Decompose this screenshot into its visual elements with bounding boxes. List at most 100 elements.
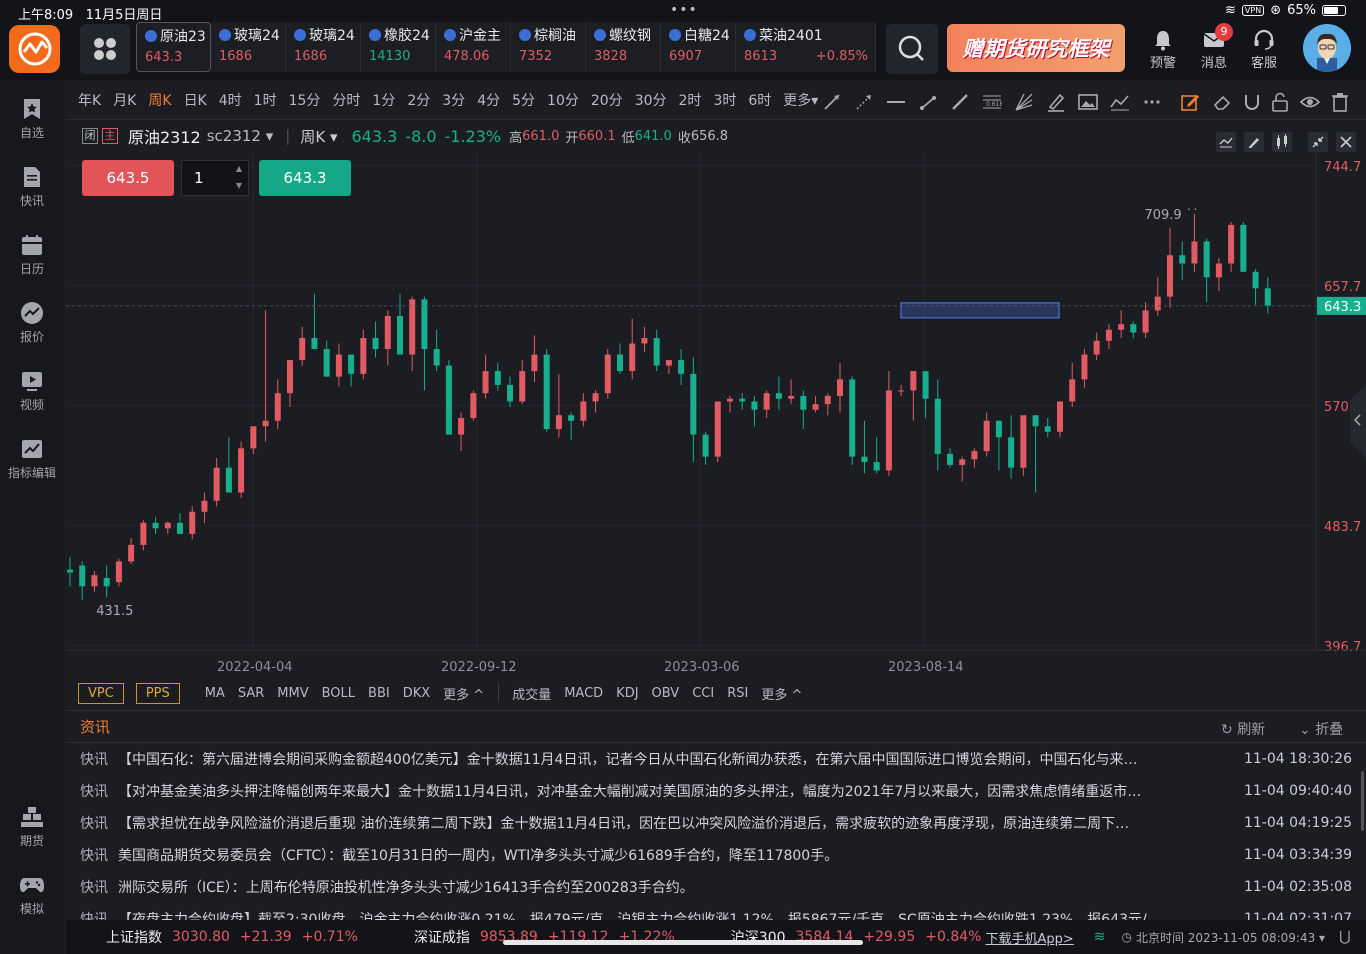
period-tab[interactable]: 分时 bbox=[332, 90, 360, 110]
period-tab[interactable]: 月K bbox=[113, 90, 136, 110]
main-indicator[interactable]: BOLL bbox=[322, 686, 355, 701]
segment-tool-icon[interactable] bbox=[918, 92, 938, 112]
search-button[interactable] bbox=[886, 24, 938, 74]
fibonacci-icon[interactable]: 0.618 bbox=[982, 92, 1002, 112]
ticker-item[interactable]: 玻璃24 1686 bbox=[286, 22, 361, 72]
main-indicator[interactable]: 更多 ^ bbox=[443, 684, 484, 703]
period-tab[interactable]: 年K bbox=[78, 90, 101, 110]
ray-tool-icon[interactable] bbox=[822, 92, 842, 112]
period-tab[interactable]: 6时 bbox=[748, 90, 771, 110]
period-tab[interactable]: 3时 bbox=[713, 90, 736, 110]
refresh-button[interactable]: ↻ 刷新 bbox=[1221, 719, 1265, 739]
sh-index-name[interactable]: 上证指数 bbox=[106, 927, 162, 947]
period-tab[interactable]: 1分 bbox=[372, 90, 395, 110]
news-item[interactable]: 快讯 【中国石化：第六届进博会期间采购金额超400亿美元】金十数据11月4日讯，记… bbox=[66, 743, 1366, 775]
contract-name[interactable]: 原油2312 bbox=[128, 124, 201, 148]
sub-indicator[interactable]: OBV bbox=[652, 686, 680, 701]
main-indicator[interactable]: DKX bbox=[403, 686, 430, 701]
ticker-item[interactable]: 棕榈油 7352 bbox=[511, 22, 586, 72]
magnet-icon[interactable]: ⋃ bbox=[1339, 929, 1350, 945]
home-indicator[interactable] bbox=[503, 940, 863, 945]
period-tab[interactable]: 10分 bbox=[547, 90, 579, 110]
trash-icon[interactable] bbox=[1330, 92, 1350, 112]
news-item[interactable]: 快讯 美国商品期货交易委员会（CFTC）：截至10月31日的一周内，WTI净多头头… bbox=[66, 839, 1366, 871]
more-tools-icon[interactable] bbox=[1142, 92, 1162, 112]
stepper-up-icon[interactable]: ▲ bbox=[236, 164, 242, 173]
pen-line-icon[interactable] bbox=[950, 92, 970, 112]
indicator-toggle[interactable]: VPC bbox=[78, 682, 124, 704]
period-tab[interactable]: 周K bbox=[148, 90, 171, 110]
ticker-item[interactable]: 橡胶24 14130 bbox=[361, 22, 436, 72]
indicator-toggle[interactable]: PPS bbox=[135, 682, 180, 704]
contract-code-select[interactable]: sc2312 ▾ bbox=[207, 127, 274, 145]
main-indicator[interactable]: SAR bbox=[238, 686, 264, 701]
main-indicator[interactable]: MA bbox=[205, 686, 225, 701]
sz-index-name[interactable]: 深证成指 bbox=[414, 927, 470, 947]
sidebar-item-indicator-edit[interactable]: 指标编辑 bbox=[0, 434, 64, 481]
news-item[interactable]: 快讯 【对冲基金美油多头押注降幅创两年来最大】金十数据11月4日讯，对冲基金大幅削… bbox=[66, 775, 1366, 807]
period-tab[interactable]: 5分 bbox=[512, 90, 535, 110]
period-tab[interactable]: 30分 bbox=[635, 90, 667, 110]
apps-grid-button[interactable] bbox=[80, 24, 130, 74]
period-select[interactable]: 周K ▾ bbox=[300, 126, 337, 147]
quantity-stepper[interactable]: 1 ▲ ▼ bbox=[181, 160, 249, 196]
main-indicator[interactable]: BBI bbox=[368, 686, 390, 701]
ticker-item[interactable]: 白糖24 6907 bbox=[661, 22, 736, 72]
sidebar-item-quotes[interactable]: 报价 bbox=[0, 298, 64, 345]
period-tab[interactable]: 20分 bbox=[591, 90, 623, 110]
image-icon[interactable] bbox=[1078, 92, 1098, 112]
sidebar-item-flash[interactable]: 快讯 bbox=[0, 162, 64, 209]
eraser-icon[interactable] bbox=[1212, 92, 1232, 112]
promo-banner[interactable]: 赠期货研究框架 bbox=[947, 24, 1125, 72]
indicator-toggle-icon[interactable] bbox=[1216, 132, 1236, 152]
ticker-item[interactable]: 玻璃24 1686 bbox=[211, 22, 286, 72]
brush-icon[interactable] bbox=[1046, 92, 1066, 112]
draw-mode-icon[interactable] bbox=[1180, 92, 1200, 112]
news-item[interactable]: 快讯 【需求担忧在战争风险溢价消退后重现 油价连续第二周下跌】金十数据11月4日讯… bbox=[66, 807, 1366, 839]
candle-style-icon[interactable] bbox=[1272, 132, 1292, 152]
sub-indicator[interactable]: MACD bbox=[564, 686, 603, 701]
period-tab[interactable]: 更多▾ bbox=[783, 90, 818, 110]
stepper-down-icon[interactable]: ▼ bbox=[236, 181, 242, 190]
close-market-chip[interactable]: 闭 bbox=[82, 128, 98, 144]
sidebar-item-video[interactable]: 视频 bbox=[0, 366, 64, 413]
news-item[interactable]: 快讯 洲际交易所（ICE）：上周布伦特原油投机性净多头头寸减少16413手合约至2… bbox=[66, 871, 1366, 903]
ticker-item[interactable]: 螺纹钢 3828 bbox=[586, 22, 661, 72]
news-scrollbar[interactable] bbox=[1361, 771, 1364, 831]
sell-button[interactable]: 643.3 bbox=[259, 160, 351, 196]
sub-indicator[interactable]: RSI bbox=[727, 686, 748, 701]
unlock-icon[interactable] bbox=[1270, 92, 1290, 112]
period-tab[interactable]: 3分 bbox=[442, 90, 465, 110]
eye-icon[interactable] bbox=[1300, 92, 1320, 112]
fan-tool-icon[interactable] bbox=[1014, 92, 1034, 112]
drawn-rectangle[interactable] bbox=[900, 302, 1060, 319]
polyline-icon[interactable] bbox=[1110, 92, 1130, 112]
download-app-link[interactable]: 下载手机App> bbox=[985, 928, 1073, 947]
candlestick-chart[interactable]: 744.7657.7570.7483.7396.72022-04-04 2022-… bbox=[66, 152, 1366, 678]
period-tab[interactable]: 2时 bbox=[679, 90, 702, 110]
service-button[interactable]: 客服 bbox=[1244, 28, 1284, 71]
alert-button[interactable]: 预警 bbox=[1143, 28, 1183, 71]
close-icon[interactable] bbox=[1336, 132, 1356, 152]
collapse-icon[interactable] bbox=[1308, 132, 1328, 152]
sidebar-item-simulate[interactable]: 模拟 bbox=[0, 870, 64, 917]
period-tab[interactable]: 2分 bbox=[407, 90, 430, 110]
sub-indicator[interactable]: 更多 ^ bbox=[761, 684, 802, 703]
main-contract-chip[interactable]: 主 bbox=[102, 128, 118, 144]
edit-chart-icon[interactable] bbox=[1244, 132, 1264, 152]
avatar[interactable] bbox=[1303, 24, 1351, 72]
period-tab[interactable]: 4分 bbox=[477, 90, 500, 110]
app-logo[interactable] bbox=[9, 25, 60, 73]
sidebar-item-watchlist[interactable]: 自选 bbox=[0, 94, 64, 141]
buy-button[interactable]: 643.5 bbox=[82, 160, 174, 196]
sidebar-item-calendar[interactable]: 日历 bbox=[0, 230, 64, 277]
multitask-dots[interactable]: ••• bbox=[670, 2, 698, 18]
period-tab[interactable]: 1时 bbox=[254, 90, 277, 110]
main-indicator[interactable]: MMV bbox=[277, 686, 308, 701]
ticker-item[interactable]: 原油23 643.3 bbox=[136, 22, 211, 72]
sub-indicator[interactable]: CCI bbox=[692, 686, 714, 701]
period-tab[interactable]: 4时 bbox=[219, 90, 242, 110]
sidebar-item-futures[interactable]: 期货 bbox=[0, 802, 64, 849]
sub-indicator[interactable]: 成交量 bbox=[512, 684, 551, 703]
ticker-item[interactable]: 沪金主 478.06 bbox=[436, 22, 511, 72]
